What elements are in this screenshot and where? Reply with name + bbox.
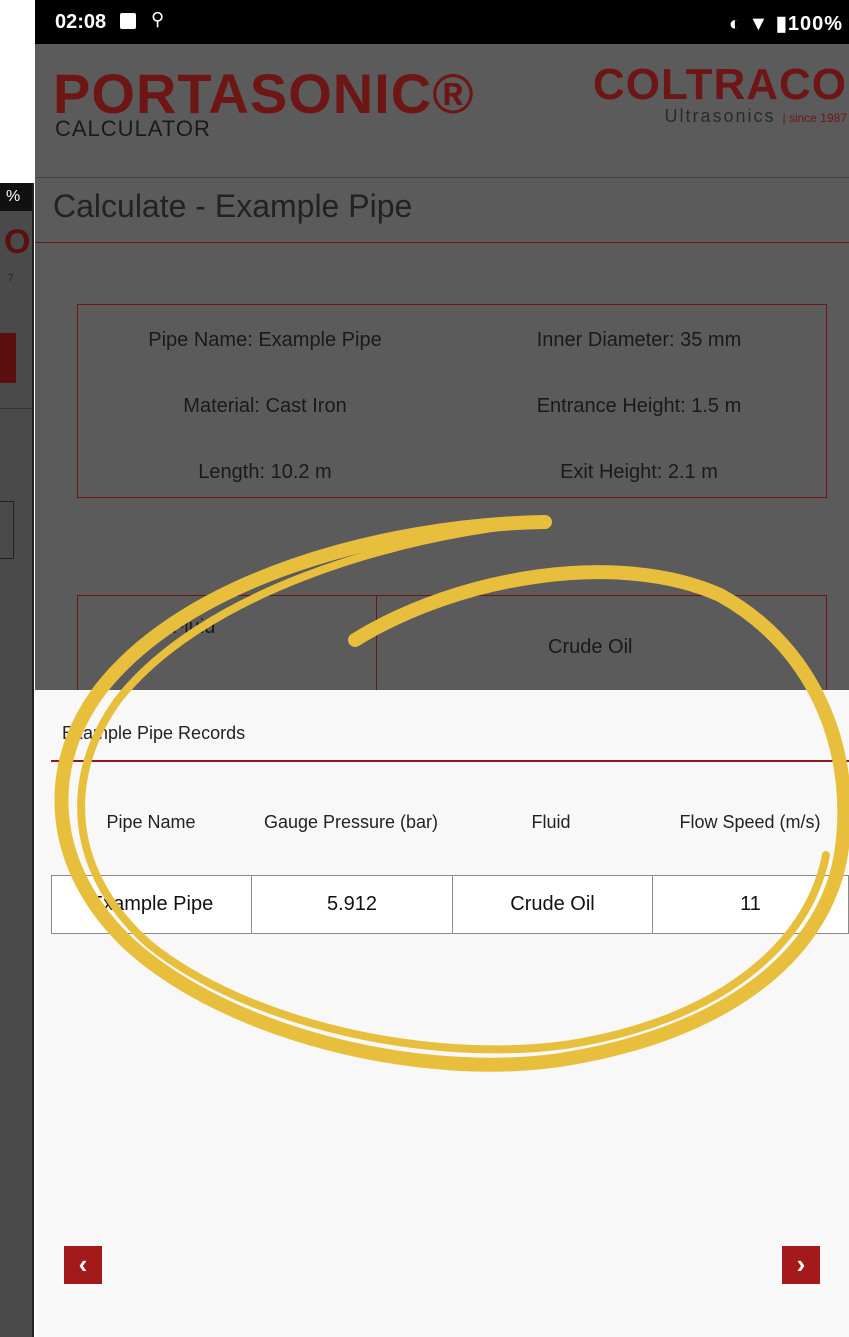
bg-divider [0, 408, 32, 409]
cell-gauge-pressure: 5.912 [252, 876, 453, 933]
page-title: Calculate - Example Pipe [53, 188, 413, 224]
status-bar: 02:08 ⚲ ◐ ▼ ▮100% [35, 0, 849, 44]
records-title: Example Pipe Records [62, 723, 246, 743]
usb-icon: ⚲ [151, 9, 165, 29]
chevron-left-icon: ‹ [78, 1249, 88, 1279]
cell-flow-speed: 11 [740, 893, 761, 915]
image-icon [120, 13, 136, 29]
partner-sub: Ultrasonics [664, 106, 776, 126]
brand-subtitle: CALCULATOR [55, 116, 211, 141]
brand-logo: PORTASONIC® [53, 62, 475, 125]
pipe-info-box: Pipe Name: Example Pipe Inner Diameter: … [77, 304, 827, 498]
partner-since: | since 1987 [782, 111, 848, 125]
cell-pipe-name: Example Pipe [52, 876, 252, 933]
length-info: Length: 10.2 m [198, 461, 332, 483]
bg-input [0, 501, 14, 559]
bg-dropdown [0, 333, 16, 383]
records-divider [51, 760, 849, 762]
title-bar: Calculate - Example Pipe [35, 177, 849, 243]
pipe-name-info: Pipe Name: Example Pipe [148, 329, 382, 351]
battery-percent: 100% [787, 13, 843, 35]
status-time: 02:08 [55, 11, 107, 33]
next-button[interactable]: › [782, 1246, 820, 1284]
entrance-height-info: Entrance Height: 1.5 m [536, 395, 742, 417]
fluid-value[interactable]: Crude Oil [548, 636, 632, 659]
material-info: Material: Cast Iron [183, 395, 347, 417]
chevron-right-icon: › [796, 1249, 806, 1279]
cell-fluid: Crude Oil [453, 876, 653, 933]
header-fluid: Fluid [531, 812, 571, 832]
exit-height-info: Exit Height: 2.1 m [560, 461, 718, 483]
partner-logo: COLTRACO [592, 60, 847, 109]
bg-status-bar: % [0, 183, 32, 211]
records-sheet: Example Pipe Records Pipe Name Gauge Pre… [35, 690, 849, 1337]
fluid-label: Fluid [172, 616, 216, 638]
table-row[interactable]: Example Pipe 5.912 Crude Oil 11 [51, 875, 849, 934]
prev-button[interactable]: ‹ [64, 1246, 102, 1284]
battery-icon: ▮ [775, 13, 788, 35]
data-saver-icon: ◐ [728, 13, 742, 35]
bg-logo: O [4, 223, 31, 261]
background-phone: % O 7 [0, 183, 34, 1337]
inner-diameter-info: Inner Diameter: 35 mm [536, 329, 742, 351]
partner-tagline: Ultrasonics | since 1987 [664, 106, 847, 127]
fluid-table: Fluid Crude Oil [77, 595, 827, 697]
header-flow-speed: Flow Speed (m/s) [679, 812, 821, 832]
header-pipe-name: Pipe Name [106, 812, 196, 832]
fluid-table-divider [376, 596, 377, 696]
header-gauge-pressure: Gauge Pressure (bar) [263, 812, 439, 832]
wifi-icon: ▼ [748, 13, 770, 35]
bg-since: 7 [8, 273, 14, 284]
app-header: PORTASONIC® CALCULATOR COLTRACO Ultrason… [35, 44, 849, 177]
status-right: ◐ ▼ ▮100% [729, 11, 843, 36]
